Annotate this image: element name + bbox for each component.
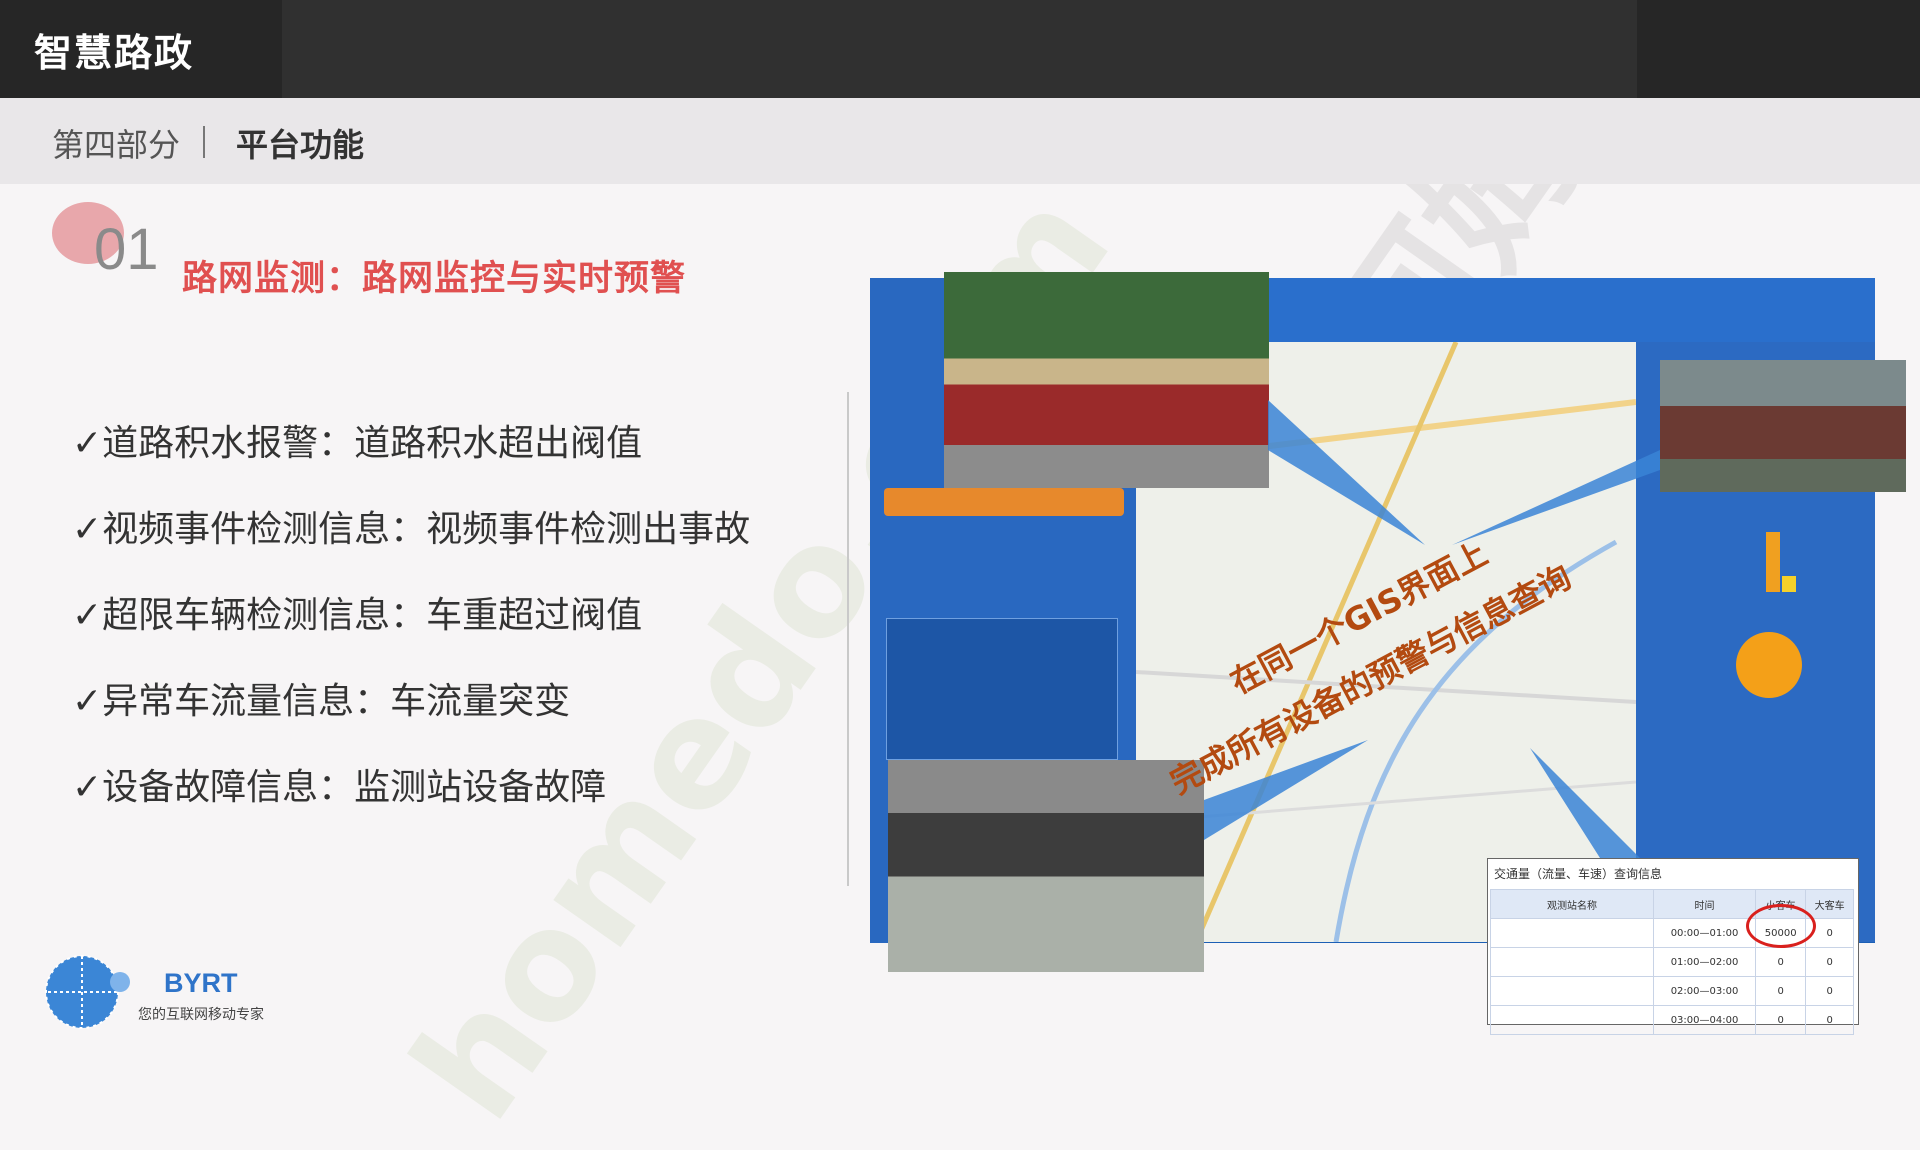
table-cell: 0 xyxy=(1805,947,1854,977)
table-cell: 03:00—04:00 xyxy=(1652,1005,1757,1035)
logo-name: BYRT xyxy=(164,968,238,998)
table-cell: 0 xyxy=(1755,947,1807,977)
table-cell xyxy=(1490,918,1654,948)
table-cell: 0 xyxy=(1805,976,1854,1006)
table-cell xyxy=(1490,1005,1654,1035)
table-row: 03:00—04:00 0 0 xyxy=(1490,1005,1854,1035)
logo: BYRT 您的互联网移动专家 xyxy=(38,952,264,1038)
query-box-title: 交通量（流量、车速）查询信息 xyxy=(1494,867,1663,881)
table-cell: 01:00—02:00 xyxy=(1652,947,1757,977)
logo-slogan: 您的互联网移动专家 xyxy=(138,1007,264,1023)
col-header: 大客车 xyxy=(1805,889,1854,919)
table-cell: 0 xyxy=(1755,1005,1807,1035)
globe-icon xyxy=(45,955,130,1029)
table-row: 02:00—03:00 0 0 xyxy=(1490,976,1854,1006)
highlight-circle xyxy=(1746,904,1816,948)
table-cell xyxy=(1490,976,1654,1006)
table-cell: 0 xyxy=(1805,1005,1854,1035)
table-cell xyxy=(1490,947,1654,977)
table-row: 01:00—02:00 0 0 xyxy=(1490,947,1854,977)
col-header: 观测站名称 xyxy=(1490,889,1654,919)
table-cell: 00:00—01:00 xyxy=(1652,918,1757,948)
col-header: 时间 xyxy=(1652,889,1757,919)
table-cell: 02:00—03:00 xyxy=(1652,976,1757,1006)
table-cell: 0 xyxy=(1755,976,1807,1006)
